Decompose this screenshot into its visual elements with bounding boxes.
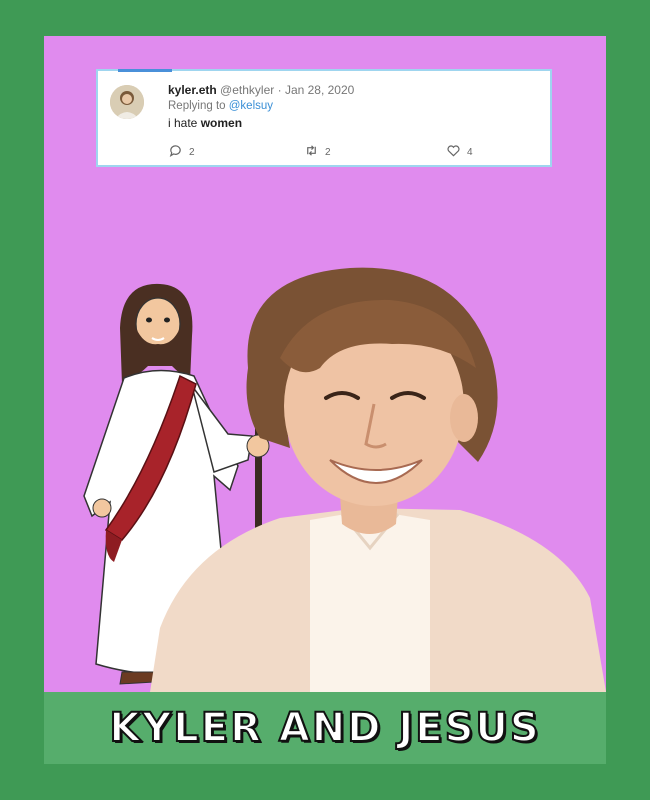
retweet-count: 2	[325, 146, 331, 158]
tweet-display-name[interactable]: kyler.eth	[168, 83, 217, 97]
kyler-photo	[150, 267, 606, 692]
like-button[interactable]: 4	[446, 143, 473, 161]
reply-button[interactable]: 2	[168, 143, 195, 161]
tweet-handle[interactable]: @ethkyler	[220, 83, 274, 97]
tweet-actions: 2 2 4	[168, 143, 488, 159]
retweet-icon	[304, 143, 319, 161]
avatar	[110, 85, 144, 119]
tweet-screenshot: kyler.eth @ethkyler · Jan 28, 2020 Reply…	[96, 69, 552, 167]
like-count: 4	[467, 146, 473, 158]
tweet-text: i hate women	[168, 116, 242, 130]
reply-icon	[168, 143, 183, 161]
replying-mention-link[interactable]: @kelsuy	[229, 100, 273, 112]
tweet-text-start: i hate	[168, 116, 198, 130]
tweet-accent-line	[118, 69, 172, 72]
tweet-replying-line: Replying to @kelsuy	[168, 100, 273, 112]
replying-prefix: Replying to	[168, 100, 226, 112]
tweet-separator: ·	[277, 83, 282, 97]
caption-bar: KYLER AND JESUS	[44, 692, 606, 764]
tweet-header: kyler.eth @ethkyler · Jan 28, 2020	[168, 83, 354, 97]
retweet-button[interactable]: 2	[304, 143, 331, 161]
caption-title: KYLER AND JESUS	[108, 704, 541, 752]
tweet-date[interactable]: Jan 28, 2020	[285, 83, 354, 97]
tweet-text-bold: women	[200, 116, 243, 130]
reply-count: 2	[189, 146, 195, 158]
meme-card: kyler.eth @ethkyler · Jan 28, 2020 Reply…	[44, 36, 606, 692]
like-icon	[446, 143, 461, 161]
